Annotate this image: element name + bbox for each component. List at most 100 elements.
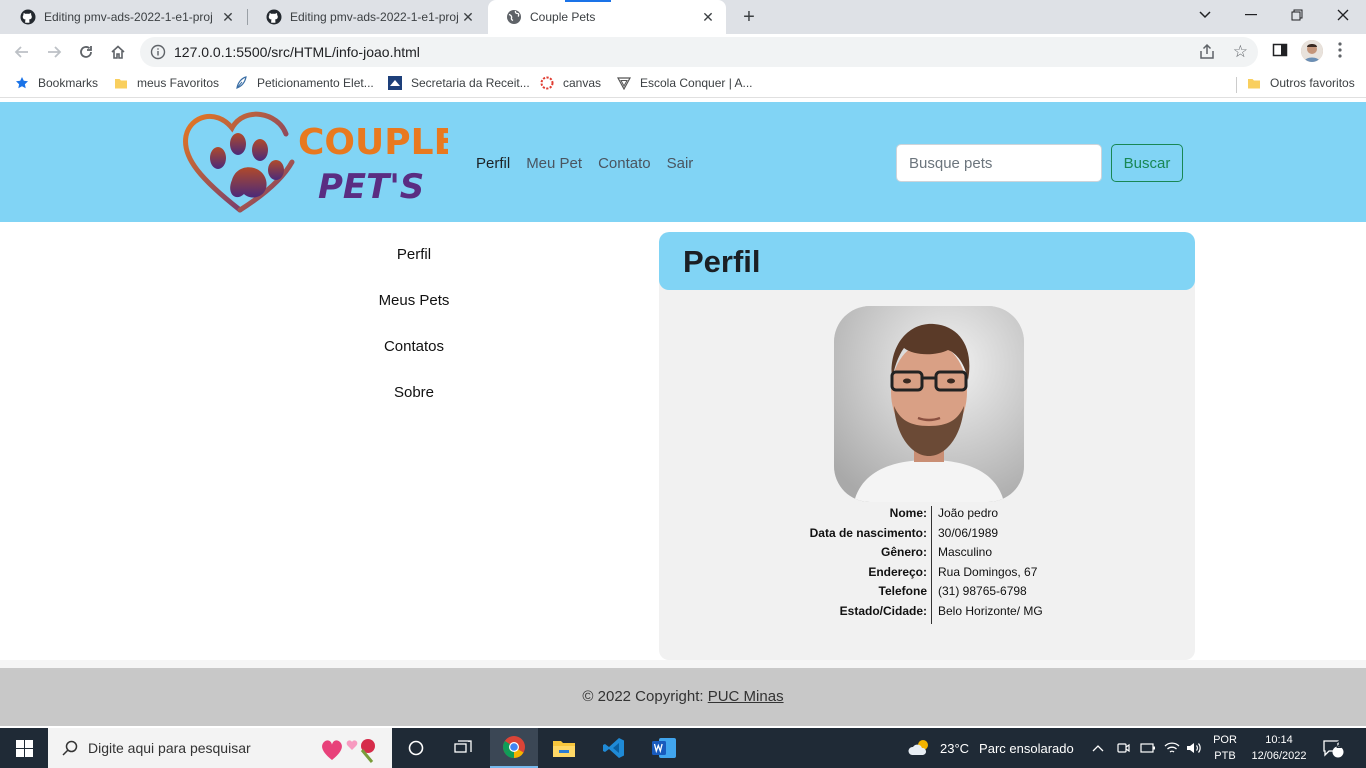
info-icon[interactable] bbox=[150, 44, 166, 60]
profile-avatar[interactable] bbox=[1301, 40, 1323, 62]
logo-text-couple: COUPLE bbox=[298, 122, 448, 163]
weather-desc: Parc ensolarado bbox=[979, 740, 1074, 756]
tab-title: Couple Pets bbox=[530, 10, 596, 24]
wifi-icon[interactable] bbox=[1164, 728, 1180, 768]
nav-link-meu-pet[interactable]: Meu Pet bbox=[526, 155, 582, 172]
bookmark-item[interactable]: Secretaria da Receit... bbox=[388, 76, 530, 90]
cortana-button[interactable] bbox=[394, 728, 438, 768]
folder-icon bbox=[1248, 79, 1260, 89]
field-label: Telefone bbox=[878, 584, 927, 599]
valentine-hearts-icon bbox=[322, 739, 375, 763]
word-icon bbox=[652, 738, 676, 758]
start-button[interactable] bbox=[0, 728, 48, 768]
table-row: Gênero: Masculino bbox=[659, 543, 1195, 563]
field-label: Data de nascimento: bbox=[809, 525, 927, 540]
battery-plug-icon[interactable] bbox=[1140, 728, 1156, 768]
table-row: Nome: João pedro bbox=[659, 504, 1195, 524]
task-view-button[interactable] bbox=[440, 728, 486, 768]
field-label: Estado/Cidade: bbox=[839, 604, 927, 618]
couple-pets-logo[interactable]: COUPLE PET'S bbox=[182, 110, 448, 214]
url-text: 127.0.0.1:5500/src/HTML/info-joao.html bbox=[174, 44, 420, 60]
close-icon[interactable]: ✕ bbox=[460, 9, 476, 26]
bookmark-item[interactable]: meus Favoritos bbox=[114, 76, 219, 90]
browser-tab-2[interactable]: Editing pmv-ads-2022-1-e1-proj ✕ bbox=[248, 0, 486, 34]
share-icon[interactable] bbox=[1198, 43, 1216, 61]
bookmark-item[interactable]: canvas bbox=[540, 76, 601, 90]
address-bar[interactable]: 127.0.0.1:5500/src/HTML/info-joao.html ☆ bbox=[140, 37, 1258, 67]
taskbar-vscode[interactable] bbox=[590, 728, 638, 768]
search-button[interactable]: Buscar bbox=[1111, 144, 1183, 182]
task-view-icon bbox=[454, 740, 472, 753]
canvas-icon bbox=[540, 76, 554, 90]
github-icon bbox=[266, 9, 282, 25]
field-label: Endereço: bbox=[868, 564, 927, 579]
close-window-button[interactable] bbox=[1320, 0, 1366, 30]
profile-photo bbox=[834, 306, 1024, 502]
copyright-text: © 2022 Copyright: bbox=[582, 688, 708, 705]
windows-taskbar: Digite aqui para pesquisar 23°C Parc ens… bbox=[0, 728, 1366, 768]
footer-text: © 2022 Copyright: PUC Minas bbox=[0, 688, 1366, 705]
nav-link-contato[interactable]: Contato bbox=[598, 155, 651, 172]
bookmark-star-icon[interactable]: ☆ bbox=[1233, 42, 1248, 62]
notification-center-button[interactable]: 2 bbox=[1322, 728, 1344, 768]
taskbar-search[interactable]: Digite aqui para pesquisar bbox=[48, 728, 392, 768]
profile-card: Perfil Nome: João pedro Data de nascimen… bbox=[659, 232, 1195, 660]
table-row: Data de nascimento: 30/06/1989 bbox=[659, 524, 1195, 544]
bookmark-item[interactable]: Bookmarks bbox=[15, 76, 98, 90]
close-icon[interactable]: ✕ bbox=[700, 9, 716, 26]
home-button[interactable] bbox=[106, 40, 130, 64]
forward-button[interactable] bbox=[42, 40, 66, 64]
conquer-icon bbox=[617, 77, 631, 90]
language-line2: PTB bbox=[1214, 750, 1236, 762]
bookmark-label: Secretaria da Receit... bbox=[411, 76, 530, 90]
kebab-menu-icon[interactable] bbox=[1338, 42, 1342, 63]
field-value: (31) 98765-6798 bbox=[938, 584, 1027, 599]
nav-link-sair[interactable]: Sair bbox=[667, 155, 694, 172]
tab-loading-indicator bbox=[565, 0, 611, 2]
browser-tab-active[interactable]: Couple Pets ✕ bbox=[488, 0, 726, 34]
sidebar-item-sobre[interactable]: Sobre bbox=[340, 384, 488, 401]
other-bookmarks[interactable]: Outros favoritos bbox=[1247, 76, 1355, 90]
sidebar-item-perfil[interactable]: Perfil bbox=[340, 246, 488, 263]
bookmark-label: Peticionamento Elet... bbox=[257, 76, 374, 90]
taskbar-word[interactable] bbox=[640, 728, 688, 768]
sidebar-item-meus-pets[interactable]: Meus Pets bbox=[340, 292, 488, 309]
taskbar-search-placeholder: Digite aqui para pesquisar bbox=[88, 740, 251, 756]
sidebar-item-contatos[interactable]: Contatos bbox=[340, 338, 488, 355]
profile-card-header: Perfil bbox=[659, 232, 1195, 290]
feather-icon bbox=[236, 76, 247, 89]
weather-temp: 23°C bbox=[940, 740, 970, 756]
bookmark-item[interactable]: Escola Conquer | A... bbox=[617, 76, 753, 90]
footer-link-puc-minas[interactable]: PUC Minas bbox=[708, 688, 784, 705]
webcam-icon[interactable] bbox=[1116, 728, 1130, 768]
bookmark-label: Bookmarks bbox=[38, 76, 99, 90]
reload-button[interactable] bbox=[74, 40, 98, 64]
side-panel-icon[interactable] bbox=[1272, 42, 1288, 58]
bookmark-label: canvas bbox=[563, 76, 602, 90]
bookmark-item[interactable]: Peticionamento Elet... bbox=[234, 76, 374, 90]
back-button[interactable] bbox=[10, 40, 34, 64]
search-input[interactable] bbox=[896, 144, 1102, 182]
tab-search-icon[interactable] bbox=[1182, 0, 1228, 30]
tray-chevron-up-icon[interactable] bbox=[1092, 728, 1104, 768]
tab-title: Editing pmv-ads-2022-1-e1-proj bbox=[44, 10, 213, 24]
profile-title: Perfil bbox=[683, 244, 761, 279]
bookmark-label: Outros favoritos bbox=[1270, 76, 1355, 90]
globe-icon bbox=[507, 10, 521, 24]
browser-tab-1[interactable]: Editing pmv-ads-2022-1-e1-proj ✕ bbox=[2, 0, 246, 34]
close-icon[interactable]: ✕ bbox=[220, 9, 236, 26]
restore-button[interactable] bbox=[1274, 0, 1320, 30]
minimize-button[interactable] bbox=[1228, 0, 1274, 30]
new-tab-button[interactable]: + bbox=[736, 4, 762, 30]
browser-toolbar: 127.0.0.1:5500/src/HTML/info-joao.html ☆ bbox=[0, 34, 1366, 70]
notification-count: 2 bbox=[1336, 740, 1342, 751]
web-page: COUPLE PET'S Perfil Meu Pet Contato Sair… bbox=[0, 102, 1366, 726]
clock[interactable]: 10:14 12/06/2022 bbox=[1250, 732, 1308, 764]
volume-icon[interactable] bbox=[1186, 728, 1202, 768]
nav-link-perfil[interactable]: Perfil bbox=[476, 155, 510, 172]
taskbar-chrome[interactable] bbox=[490, 728, 538, 768]
field-value: João pedro bbox=[938, 506, 999, 520]
taskbar-file-explorer[interactable] bbox=[540, 728, 588, 768]
weather-widget[interactable]: 23°C Parc ensolarado bbox=[908, 728, 1074, 768]
language-indicator[interactable]: POR PTB bbox=[1206, 732, 1244, 764]
